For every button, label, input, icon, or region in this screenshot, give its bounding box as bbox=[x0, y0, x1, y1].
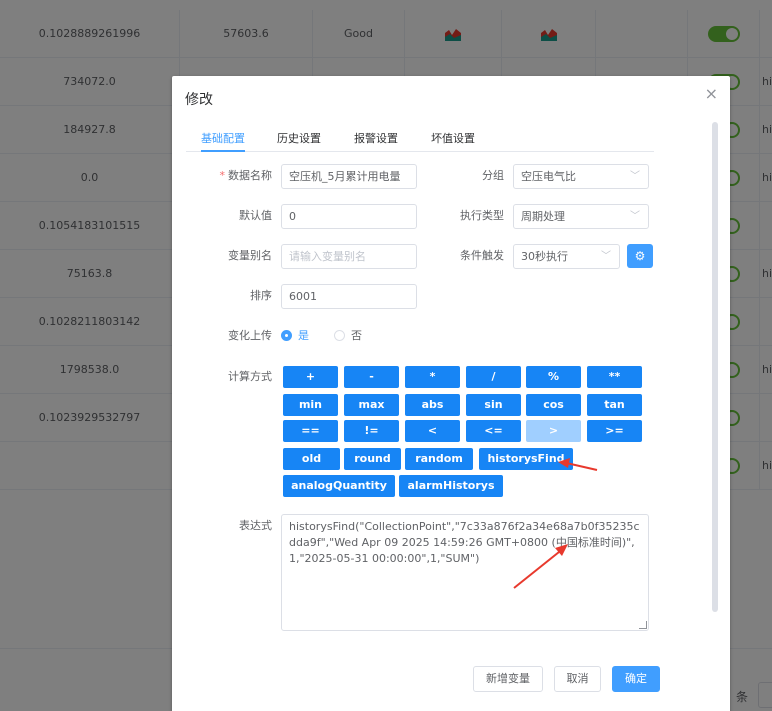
arrow-to-historysfind bbox=[558, 458, 598, 471]
annotation-arrows bbox=[513, 458, 598, 589]
arrow-to-expression bbox=[513, 544, 568, 589]
edit-dialog: 修改 × 基础配置 历史设置 报警设置 坏值设置 * 数据名称 空压机_5月累计用… bbox=[172, 76, 730, 711]
